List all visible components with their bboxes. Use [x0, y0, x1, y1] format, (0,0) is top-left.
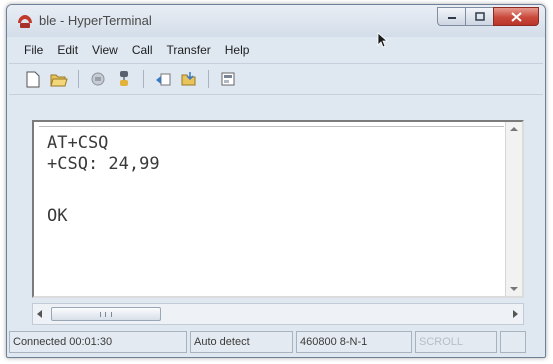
receive-icon	[181, 72, 196, 86]
close-icon	[510, 11, 522, 22]
status-bar: Connected 00:01:30 Auto detect 460800 8-…	[9, 331, 543, 353]
open-icon	[50, 74, 68, 86]
minimize-icon	[447, 16, 456, 19]
call-icon	[91, 72, 105, 86]
toolbar-separator	[208, 70, 209, 88]
close-button[interactable]	[493, 7, 539, 26]
send-icon	[156, 73, 171, 86]
status-connected: Connected 00:01:30	[9, 331, 187, 353]
status-auto-detect: Auto detect	[190, 331, 293, 353]
disconnect-button[interactable]	[114, 69, 134, 89]
horizontal-scrollbar[interactable]	[32, 303, 524, 325]
terminal-line: +CSQ: 24,99	[47, 154, 160, 174]
menu-file[interactable]: File	[9, 43, 50, 57]
disconnect-icon	[120, 71, 128, 86]
terminal-line: OK	[47, 206, 68, 226]
window-controls	[437, 7, 539, 26]
open-button[interactable]	[49, 69, 69, 89]
vertical-scrollbar[interactable]	[505, 122, 522, 296]
toolbar-separator	[78, 70, 79, 88]
hyperterminal-phone-icon	[18, 15, 32, 28]
call-button[interactable]	[88, 69, 108, 89]
new-connection-button[interactable]	[23, 69, 43, 89]
maximize-button[interactable]	[465, 7, 493, 26]
new-connection-icon	[26, 71, 40, 87]
receive-button[interactable]	[179, 69, 199, 89]
status-scroll: SCROLL	[415, 331, 497, 353]
scroll-up-icon[interactable]	[510, 127, 518, 131]
toolbar-separator	[143, 70, 144, 88]
toolbar	[9, 63, 543, 95]
status-port-settings: 460800 8-N-1	[296, 331, 412, 353]
menu-bar: File Edit View Call Transfer Help	[9, 39, 543, 61]
terminal-line: AT+CSQ	[47, 133, 109, 153]
scroll-right-icon[interactable]	[513, 310, 519, 318]
menu-edit[interactable]: Edit	[50, 43, 85, 57]
terminal-display[interactable]: AT+CSQ +CSQ: 24,99 OK	[32, 120, 524, 298]
grip-icon	[100, 311, 112, 317]
menu-view[interactable]: View	[85, 43, 125, 57]
scroll-down-icon[interactable]	[510, 287, 518, 291]
menu-transfer[interactable]: Transfer	[160, 43, 218, 57]
minimize-button[interactable]	[437, 7, 465, 26]
title-bar[interactable]: ble - HyperTerminal	[7, 5, 545, 37]
terminal-text-area[interactable]: AT+CSQ +CSQ: 24,99 OK	[39, 126, 504, 292]
window-title: ble - HyperTerminal	[39, 13, 152, 28]
horizontal-scroll-thumb[interactable]	[51, 307, 161, 321]
maximize-icon	[474, 12, 485, 21]
menu-call[interactable]: Call	[125, 43, 160, 57]
properties-icon	[221, 72, 235, 86]
properties-button[interactable]	[218, 69, 238, 89]
status-extra	[500, 331, 526, 353]
menu-help[interactable]: Help	[218, 43, 257, 57]
send-button[interactable]	[153, 69, 173, 89]
scroll-left-icon[interactable]	[37, 310, 43, 318]
hyperterminal-window: ble - HyperTerminal File Edit View Call …	[6, 4, 546, 358]
